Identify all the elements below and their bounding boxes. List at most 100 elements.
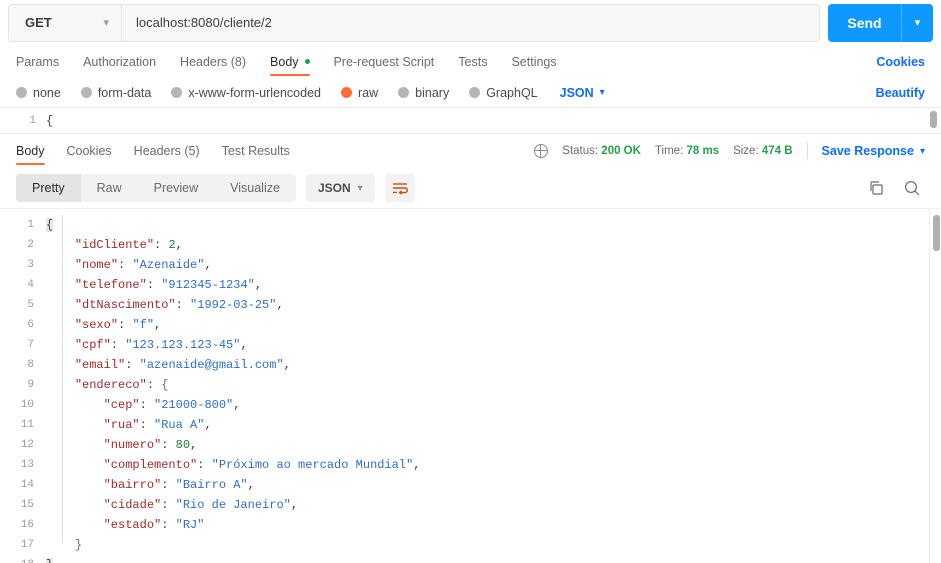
- response-body-viewer[interactable]: 1{2 "idCliente": 2, 3 "nome": "Azenaide",…: [0, 208, 941, 563]
- request-editor-scrollbar-thumb[interactable]: [930, 111, 937, 128]
- view-mode-pretty[interactable]: Pretty: [16, 174, 81, 202]
- code-token: "azenaide@gmail.com": [139, 358, 284, 372]
- code-text: "sexo": "f",: [46, 318, 161, 332]
- tab-label: Body: [16, 144, 45, 158]
- code-text: "numero": 80,: [46, 438, 198, 452]
- code-line: 8 "email": "azenaide@gmail.com",: [0, 355, 941, 375]
- send-button-group: Send ▾: [828, 3, 933, 42]
- body-type-label: x-www-form-urlencoded: [188, 85, 321, 100]
- copy-response-button[interactable]: [863, 175, 889, 201]
- response-tab-body[interactable]: Body: [16, 134, 45, 168]
- code-token: ,: [154, 318, 162, 332]
- response-tab-headers[interactable]: Headers (5): [134, 134, 200, 168]
- code-line: 18}: [0, 555, 941, 563]
- code-token: "Rua A": [154, 418, 205, 432]
- request-format-dropdown[interactable]: JSON ▾: [560, 86, 605, 100]
- request-tab-params[interactable]: Params: [16, 45, 59, 78]
- postman-window: GET ▾ localhost:8080/cliente/2 Send ▾ Pa…: [0, 0, 941, 563]
- http-method-label: GET: [25, 15, 52, 30]
- code-text: {: [46, 218, 54, 232]
- request-tab-authorization[interactable]: Authorization: [83, 45, 156, 78]
- status-badge: Status: 200 OK: [562, 145, 641, 157]
- url-input[interactable]: localhost:8080/cliente/2: [122, 4, 819, 41]
- tab-label: Body: [270, 54, 299, 69]
- view-mode-raw[interactable]: Raw: [81, 174, 138, 202]
- code-text: "email": "azenaide@gmail.com",: [46, 358, 291, 372]
- code-token: ,: [247, 478, 255, 492]
- beautify-link[interactable]: Beautify: [876, 86, 925, 100]
- code-line: 2 "idCliente": 2,: [0, 235, 941, 255]
- search-response-button[interactable]: [899, 175, 925, 201]
- body-type-binary[interactable]: binary: [398, 86, 449, 100]
- code-text: }: [46, 558, 54, 563]
- request-tab-pre-request-script[interactable]: Pre-request Script: [334, 45, 435, 78]
- request-tab-tests[interactable]: Tests: [458, 45, 487, 78]
- response-tab-bar: Body Cookies Headers (5) Test Results St…: [0, 134, 941, 168]
- divider: [806, 143, 808, 159]
- http-method-dropdown[interactable]: GET ▾: [9, 4, 122, 41]
- line-number: 3: [27, 259, 34, 271]
- response-tab-test-results[interactable]: Test Results: [222, 134, 290, 168]
- view-mode-visualize[interactable]: Visualize: [214, 174, 296, 202]
- code-token: "telefone": [74, 278, 147, 292]
- code-token: 2: [168, 238, 176, 252]
- code-token: ,: [283, 358, 291, 372]
- radio-selected-icon: [341, 87, 352, 98]
- code-token: ,: [175, 238, 183, 252]
- tab-label: Test Results: [221, 144, 290, 158]
- time-badge: Time: 78 ms: [655, 145, 719, 157]
- request-editor-content: {: [46, 113, 54, 128]
- code-token: }: [74, 538, 83, 552]
- request-tab-headers[interactable]: Headers (8): [180, 45, 246, 78]
- code-token: "idCliente": [74, 238, 155, 252]
- response-scrollbar[interactable]: [929, 209, 941, 563]
- cookies-link[interactable]: Cookies: [876, 55, 925, 69]
- body-type-raw[interactable]: raw: [341, 86, 378, 100]
- chevron-down-icon: ▾: [103, 17, 109, 29]
- response-json-code: 1{2 "idCliente": 2, 3 "nome": "Azenaide",…: [0, 209, 941, 563]
- code-token: "estado": [103, 518, 162, 532]
- code-token: :: [125, 358, 140, 372]
- tab-label: Authorization: [83, 54, 157, 69]
- request-body-editor[interactable]: 1 {: [0, 108, 941, 134]
- code-token: :: [175, 298, 191, 312]
- send-options-chevron-down-icon[interactable]: ▾: [901, 3, 933, 42]
- code-token: "123.123.123-45": [125, 338, 241, 352]
- view-mode-preview[interactable]: Preview: [138, 174, 214, 202]
- code-line: 3 "nome": "Azenaide",: [0, 255, 941, 275]
- code-token: ,: [254, 278, 263, 292]
- code-text: "idCliente": 2,: [46, 238, 183, 252]
- request-url-bar: GET ▾ localhost:8080/cliente/2 Send ▾: [0, 0, 941, 45]
- request-tab-body[interactable]: Body: [270, 45, 310, 78]
- tab-label: Headers (8): [180, 54, 247, 69]
- send-button[interactable]: Send: [828, 4, 901, 42]
- code-token: :: [146, 278, 162, 292]
- code-token: ,: [233, 398, 241, 412]
- code-token: "912345-1234": [161, 278, 255, 292]
- code-token: "Azenaide": [132, 258, 205, 272]
- request-tab-settings[interactable]: Settings: [511, 45, 556, 78]
- body-type-x-www-form-urlencoded[interactable]: x-www-form-urlencoded: [171, 86, 321, 100]
- response-format-dropdown[interactable]: JSON ▾: [305, 174, 375, 202]
- code-token: ,: [204, 258, 212, 272]
- tab-label: Tests: [458, 54, 488, 69]
- body-type-graphql[interactable]: GraphQL: [469, 86, 538, 100]
- code-line: 17 }: [0, 535, 941, 555]
- body-type-form-data[interactable]: form-data: [80, 86, 151, 100]
- wrap-lines-button[interactable]: [384, 174, 415, 202]
- save-response-button[interactable]: Save Response ▾: [822, 144, 925, 158]
- tab-label: Cookies: [66, 144, 112, 158]
- response-tab-cookies[interactable]: Cookies: [67, 134, 112, 168]
- code-token: "cep": [103, 398, 140, 412]
- line-number: 6: [27, 319, 34, 331]
- response-scrollbar-thumb[interactable]: [933, 215, 940, 251]
- globe-icon[interactable]: [534, 144, 549, 158]
- body-type-none[interactable]: none: [16, 86, 61, 100]
- code-token: ,: [276, 298, 284, 312]
- code-token: ,: [290, 498, 299, 512]
- code-token: "email": [74, 358, 126, 372]
